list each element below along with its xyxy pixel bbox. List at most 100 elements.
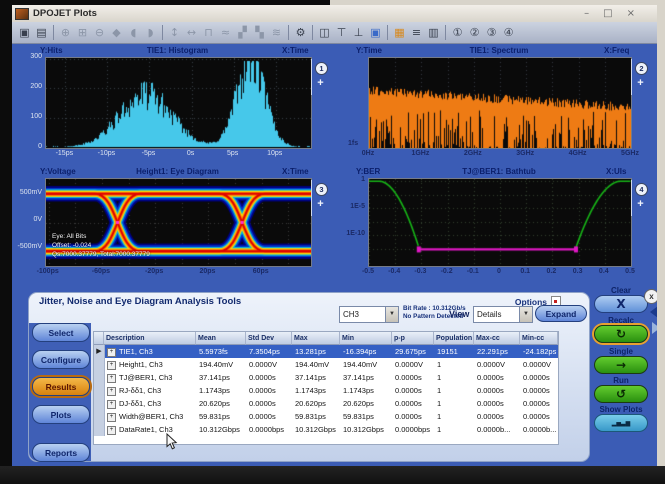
configure-wrench-icon[interactable]: ⚙	[292, 25, 309, 41]
plot-histogram-icon[interactable]: ⊓	[200, 25, 217, 41]
layout-list-icon[interactable]: ≡	[408, 25, 425, 41]
table-row[interactable]: +Width@BER1, Ch359.831ps0.0000s59.831ps5…	[94, 410, 558, 423]
table-row[interactable]: +Height1, Ch3194.40mV0.0000V194.40mV194.…	[94, 358, 558, 371]
plot-eye-icon[interactable]: ▚	[251, 25, 268, 41]
expand-row-icon[interactable]: +	[107, 413, 116, 422]
action-single-button[interactable]: →	[594, 356, 648, 374]
expand-row-icon[interactable]: +	[107, 374, 116, 383]
action-show-plots-button[interactable]: ▂▅▃▆	[594, 414, 648, 432]
column-header-max[interactable]: Max	[292, 332, 340, 345]
axis-tick-label: 1GHz	[411, 150, 429, 157]
zoom-in-icon[interactable]: ⊕	[57, 25, 74, 41]
layout-grid-icon[interactable]: ▦	[391, 25, 408, 41]
spectrum-plot-number-badge[interactable]: 2	[635, 62, 648, 75]
table-row[interactable]: +TJ@BER1, Ch337.141ps0.0000s37.141ps37.1…	[94, 371, 558, 384]
panel-prev-arrow[interactable]	[650, 306, 657, 318]
nav-results-button[interactable]: Results	[32, 377, 90, 396]
title-bar[interactable]: DPOJET Plots – □ ×	[12, 5, 657, 23]
plot-waveform-icon[interactable]: ≈	[217, 25, 234, 41]
zoom-out-icon[interactable]: ⊖	[91, 25, 108, 41]
panel-close-button[interactable]: x	[644, 289, 657, 304]
action-clear-button[interactable]: X	[594, 295, 648, 313]
histogram-zoom-plus-button[interactable]: +	[315, 78, 326, 89]
column-header-description[interactable]: Description	[104, 332, 196, 345]
zoom-region-icon[interactable]: ⊞	[74, 25, 91, 41]
column-header-p-p[interactable]: p-p	[392, 332, 434, 345]
expand-row-icon[interactable]: +	[107, 387, 116, 396]
table-row[interactable]: +RJ-δδ1, Ch31.1743ps0.0000s1.1743ps1.174…	[94, 384, 558, 397]
table-cell: 1.1743ps	[293, 384, 341, 397]
table-cell: 0.0000s	[521, 397, 559, 410]
cursors-horizontal-icon[interactable]: ↔	[183, 25, 200, 41]
nav-column: Select Configure Results Plots Reports	[29, 323, 91, 461]
close-button[interactable]: ×	[627, 5, 635, 22]
results-table[interactable]: DescriptionMeanStd DevMaxMinp-pPopulatio…	[93, 331, 559, 445]
eye-plot-number-badge[interactable]: 3	[315, 183, 328, 196]
table-row[interactable]: +DJ-δδ1, Ch320.620ps0.0000s20.620ps20.62…	[94, 397, 558, 410]
action-label: Show Plots	[590, 405, 652, 414]
row-selector-marker	[94, 371, 105, 384]
plot-window-2-icon[interactable]: ②	[466, 25, 483, 41]
print-icon[interactable]: ▤	[33, 25, 50, 41]
monitor-bezel	[0, 466, 665, 484]
callout-left-icon[interactable]: ◖	[125, 25, 142, 41]
bathtub-zoom-plus-button[interactable]: +	[635, 199, 646, 210]
row-selector-marker	[94, 358, 105, 371]
bathtub-plot[interactable]	[368, 178, 632, 267]
cursors-vertical-icon[interactable]: ↕	[166, 25, 183, 41]
expand-row-icon[interactable]: +	[107, 348, 116, 357]
spectrum-plot[interactable]	[368, 57, 632, 149]
plot-spectrum-icon[interactable]: ≋	[268, 25, 285, 41]
expand-button[interactable]: Expand	[535, 305, 587, 322]
hist-plot[interactable]	[45, 57, 312, 149]
plot-transition-icon[interactable]: ▞	[234, 25, 251, 41]
axis-tick-label: 100	[30, 113, 42, 120]
axis-tick-label: 20ps	[199, 268, 215, 275]
action-run-button[interactable]: ↺	[594, 385, 648, 403]
table-cell: 7.3504ps	[247, 345, 293, 358]
display-window-icon[interactable]: ▣	[367, 25, 384, 41]
plot-window-3-icon[interactable]: ③	[483, 25, 500, 41]
minimize-button[interactable]: –	[584, 5, 589, 22]
maximize-button[interactable]: □	[603, 5, 612, 22]
expand-row-icon[interactable]: +	[107, 400, 116, 409]
table-cell: 1	[435, 384, 475, 397]
action-label: Run	[590, 376, 652, 385]
measurement-name-cell: +TJ@BER1, Ch3	[105, 371, 197, 384]
plot-window-4-icon[interactable]: ④	[500, 25, 517, 41]
table-row[interactable]: ▶+TIE1, Ch35.5973fs7.3504ps13.281ps-16.3…	[94, 345, 558, 358]
table-row[interactable]: +DataRate1, Ch310.312Gbps0.0000bps10.312…	[94, 423, 558, 436]
plot-window-1-icon[interactable]: ①	[449, 25, 466, 41]
expand-row-icon[interactable]: +	[107, 426, 116, 435]
layout-split-icon[interactable]: ▥	[425, 25, 442, 41]
view-select[interactable]: Details ▼	[473, 306, 533, 323]
summary-window-icon[interactable]: ◫	[316, 25, 333, 41]
table-cell: 20.620ps	[293, 397, 341, 410]
table-cell: 0.0000s	[475, 410, 521, 423]
nav-plots-button[interactable]: Plots	[32, 405, 90, 424]
expand-row-icon[interactable]: +	[107, 361, 116, 370]
axis-tick-label: 5GHz	[621, 150, 639, 157]
histogram-plot-number-badge[interactable]: 1	[315, 62, 328, 75]
nav-configure-button[interactable]: Configure	[32, 350, 90, 369]
table-cell: 0.0000s	[393, 397, 435, 410]
cursor-tool-icon[interactable]: ⊤	[333, 25, 350, 41]
nav-select-button[interactable]: Select	[32, 323, 90, 342]
export-tool-icon[interactable]: ⊥	[350, 25, 367, 41]
eye-zoom-plus-button[interactable]: +	[315, 199, 326, 210]
annotate-shape-icon[interactable]: ◆	[108, 25, 125, 41]
column-header-population[interactable]: Population	[434, 332, 474, 345]
save-icon[interactable]: ▣	[16, 25, 33, 41]
column-header-max-cc[interactable]: Max-cc	[474, 332, 520, 345]
column-header-min[interactable]: Min	[340, 332, 392, 345]
nav-reports-button[interactable]: Reports	[32, 443, 90, 462]
bathtub-plot-number-badge[interactable]: 4	[635, 183, 648, 196]
eye-overlay-line: Offset: -0.024	[52, 241, 150, 250]
source-select[interactable]: CH3 ▼	[339, 306, 399, 323]
spectrum-zoom-plus-button[interactable]: +	[635, 78, 646, 89]
action-recalc-button[interactable]: ↻	[594, 325, 648, 343]
column-header-min-cc[interactable]: Min-cc	[520, 332, 558, 345]
column-header-std-dev[interactable]: Std Dev	[246, 332, 292, 345]
column-header-mean[interactable]: Mean	[196, 332, 246, 345]
callout-right-icon[interactable]: ◗	[142, 25, 159, 41]
